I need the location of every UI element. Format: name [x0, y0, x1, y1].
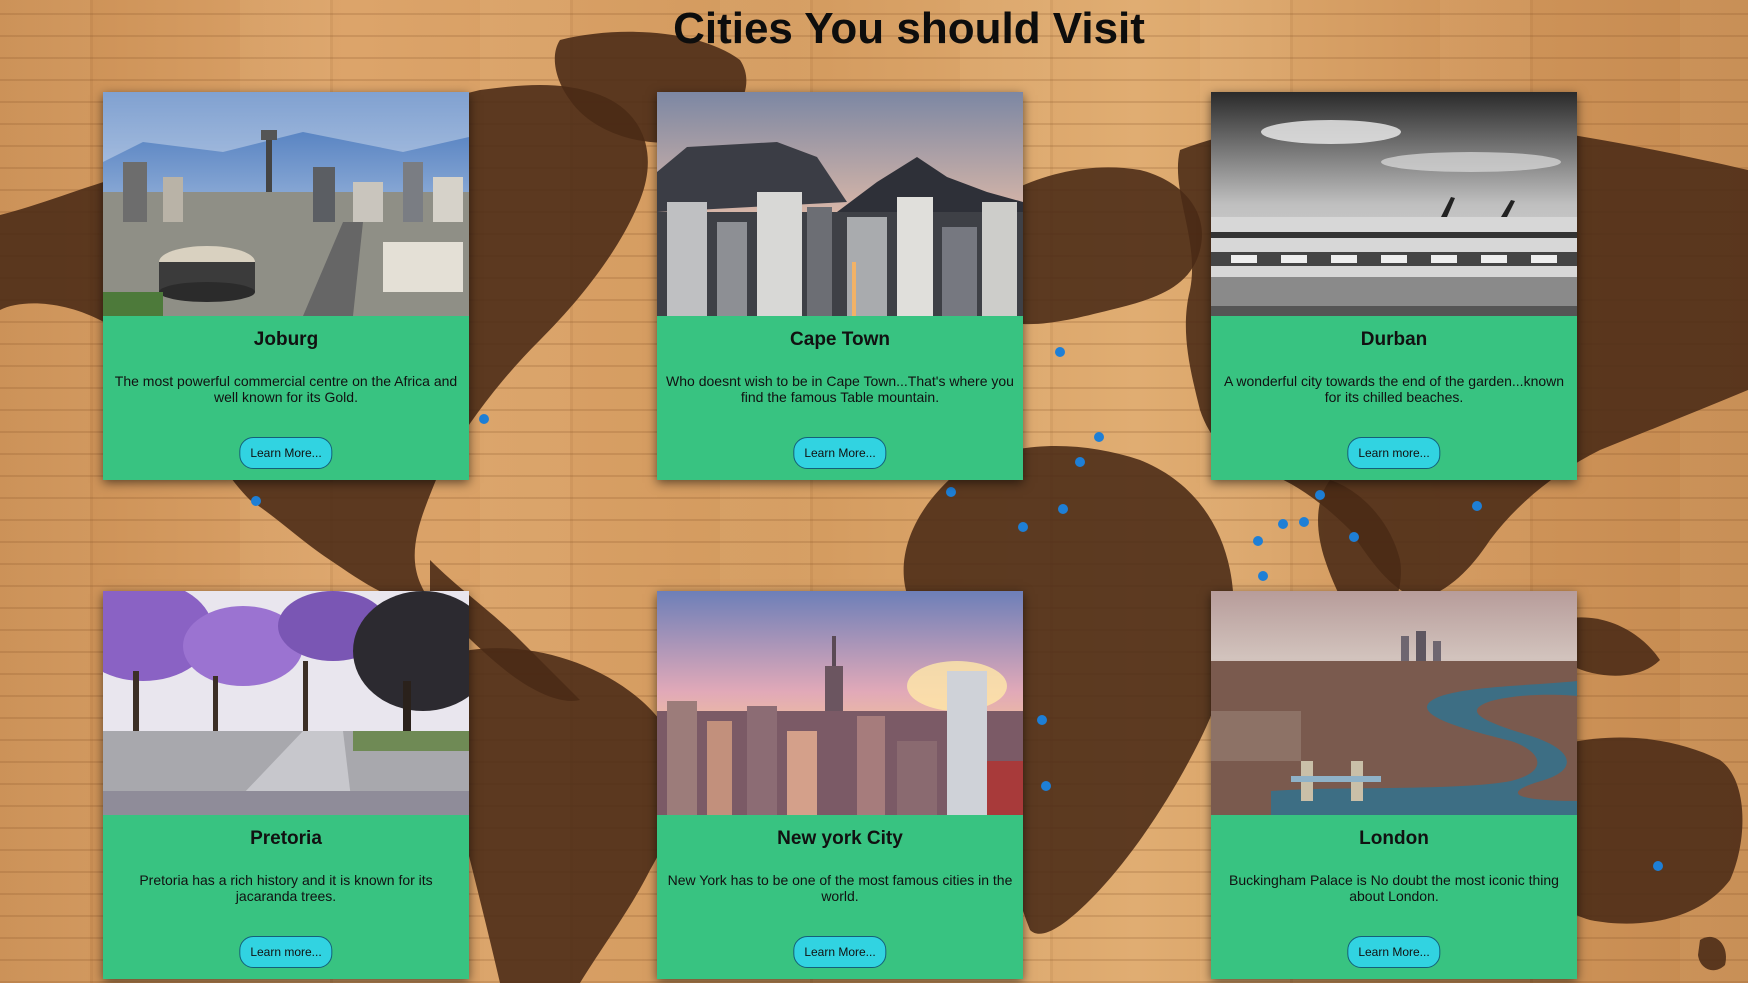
- learn-more-button-durban[interactable]: Learn more...: [1347, 437, 1441, 469]
- city-card-cape-town: Cape Town Who doesnt wish to be in Cape …: [657, 92, 1023, 480]
- card-description: A wonderful city towards the end of the …: [1223, 373, 1565, 405]
- learn-more-button-london[interactable]: Learn More...: [1347, 936, 1441, 968]
- new-york-skyline-image: [657, 591, 1023, 815]
- city-card-new-york: New york City New York has to be one of …: [657, 591, 1023, 979]
- card-title: Cape Town: [790, 329, 890, 350]
- pretoria-jacaranda-image: [103, 591, 469, 815]
- card-title: London: [1359, 828, 1429, 849]
- card-title: Pretoria: [250, 828, 322, 849]
- london-thames-aerial-image: [1211, 591, 1577, 815]
- card-title: Joburg: [253, 329, 319, 350]
- card-description: The most powerful commercial centre on t…: [114, 373, 458, 405]
- learn-more-button-new-york[interactable]: Learn More...: [793, 936, 887, 968]
- card-title: Durban: [1360, 329, 1428, 350]
- cape-town-table-mountain-image: [657, 92, 1023, 316]
- card-description: Buckingham Palace is No doubt the most i…: [1229, 872, 1559, 904]
- city-card-london: London Buckingham Palace is No doubt the…: [1211, 591, 1577, 979]
- johannesburg-skyline-image: [103, 92, 469, 316]
- city-card-durban: Durban A wonderful city towards the end …: [1211, 92, 1577, 480]
- durban-stadium-image: [1211, 92, 1577, 316]
- city-card-joburg: Joburg The most powerful commercial cent…: [103, 92, 469, 480]
- learn-more-button-cape-town[interactable]: Learn More...: [793, 437, 887, 469]
- card-description: Who doesnt wish to be in Cape Town...Tha…: [666, 373, 1014, 405]
- page-title: Cities You should Visit: [673, 4, 1145, 53]
- learn-more-button-joburg[interactable]: Learn More...: [239, 437, 333, 469]
- card-description: New York has to be one of the most famou…: [667, 872, 1013, 904]
- card-description: Pretoria has a rich history and it is kn…: [139, 872, 433, 904]
- city-card-pretoria: Pretoria Pretoria has a rich history and…: [103, 591, 469, 979]
- learn-more-button-pretoria[interactable]: Learn more...: [239, 936, 333, 968]
- card-title: New york City: [777, 828, 903, 849]
